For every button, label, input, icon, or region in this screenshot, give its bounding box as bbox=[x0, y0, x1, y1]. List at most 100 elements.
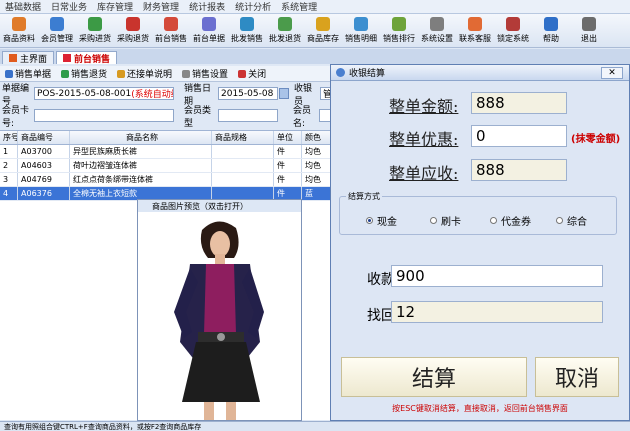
toolbar-icon bbox=[88, 17, 102, 31]
toolbar-button-15[interactable]: 退出 bbox=[570, 14, 608, 48]
toolbar-label: 销售明细 bbox=[345, 34, 377, 43]
toolbar-button-6[interactable]: 批发销售 bbox=[228, 14, 266, 48]
toolbar-label: 商品库存 bbox=[307, 34, 339, 43]
bill-no-field[interactable]: POS-2015-05-08-001(系统自动编号) bbox=[34, 87, 174, 100]
pending-button[interactable]: 还接单说明 bbox=[112, 67, 177, 80]
toolbar-button-3[interactable]: 采购退货 bbox=[114, 14, 152, 48]
method-mixed-radio[interactable]: 综合 bbox=[556, 213, 587, 228]
toolbar-icon bbox=[316, 17, 330, 31]
toolbar-label: 前台单据 bbox=[193, 34, 225, 43]
toolbar-label: 联系客服 bbox=[459, 34, 491, 43]
toolbar-icon bbox=[202, 17, 216, 31]
toolbar-button-13[interactable]: 锁定系统 bbox=[494, 14, 532, 48]
calendar-icon[interactable] bbox=[279, 88, 289, 99]
due-label: 整单应收: bbox=[389, 164, 459, 183]
toolbar-label: 会员管理 bbox=[41, 34, 73, 43]
sale-icon bbox=[63, 54, 72, 62]
table-cell: 2 bbox=[0, 159, 18, 172]
table-cell: 3 bbox=[0, 173, 18, 186]
toolbar-button-9[interactable]: 销售明细 bbox=[342, 14, 380, 48]
toolbar-button-11[interactable]: 系统设置 bbox=[418, 14, 456, 48]
toolbar-button-5[interactable]: 前台单据 bbox=[190, 14, 228, 48]
toolbar-label: 前台销售 bbox=[155, 34, 187, 43]
table-cell: 件 bbox=[274, 173, 302, 186]
toolbar-label: 销售排行 bbox=[383, 34, 415, 43]
close-label: 关闭 bbox=[248, 70, 267, 80]
table-cell: A04603 bbox=[18, 159, 70, 172]
card-no-label: 会员卡号: bbox=[2, 105, 30, 129]
toolbar-button-10[interactable]: 销售排行 bbox=[380, 14, 418, 48]
received-input[interactable]: 900 bbox=[391, 265, 603, 287]
setting-button[interactable]: 销售设置 bbox=[177, 67, 233, 80]
due-field: 888 bbox=[471, 159, 567, 181]
cancel-button[interactable]: 取消 bbox=[535, 357, 619, 397]
toolbar-button-8[interactable]: 商品库存 bbox=[304, 14, 342, 48]
table-row[interactable]: 3 A04769 红点点荷条绑带连体裤件均色 bbox=[0, 173, 335, 187]
status-bar: 查询有用照组合键CTRL+F查询商品资料，或按F2查询商品库存 bbox=[0, 421, 630, 431]
bill-icon bbox=[5, 69, 13, 78]
card-no-field[interactable] bbox=[34, 109, 174, 122]
table-cell bbox=[212, 173, 274, 186]
discount-note: (抹零金额) bbox=[571, 134, 621, 145]
toolbar-icon bbox=[582, 17, 596, 31]
pending-label: 还接单说明 bbox=[127, 70, 173, 80]
member-type-label: 会员类型 bbox=[184, 105, 212, 129]
toolbar-label: 帮助 bbox=[543, 34, 559, 43]
toolbar-icon bbox=[354, 17, 368, 31]
tab-front-label: 前台销售 bbox=[74, 54, 111, 65]
menu-reports[interactable]: 统计报表 bbox=[184, 0, 230, 13]
toolbar-button-12[interactable]: 联系客服 bbox=[456, 14, 494, 48]
tab-front-sale[interactable]: 前台销售 bbox=[56, 51, 118, 65]
toolbar-button-4[interactable]: 前台销售 bbox=[152, 14, 190, 48]
toolbar-icon bbox=[12, 17, 26, 31]
product-image-window[interactable]: 商品图片预览（双击打开） bbox=[137, 199, 302, 421]
dialog-title: 收银结算 bbox=[349, 69, 386, 79]
total-field: 888 bbox=[471, 92, 567, 114]
total-value: 888 bbox=[476, 94, 505, 112]
method-cash-label: 现金 bbox=[377, 217, 397, 228]
bill-button[interactable]: 销售单据 bbox=[0, 67, 56, 80]
settle-button[interactable]: 结算 bbox=[341, 357, 527, 397]
menu-inventory[interactable]: 库存管理 bbox=[92, 0, 138, 13]
menu-basic-data[interactable]: 基础数据 bbox=[0, 0, 46, 13]
table-row[interactable]: 2 A04603 荷叶边褶皱连体裤件均色 bbox=[0, 159, 335, 173]
toolbar-button-14[interactable]: 帮助 bbox=[532, 14, 570, 48]
member-type-field[interactable] bbox=[218, 109, 278, 122]
date-field[interactable]: 2015-05-08 bbox=[218, 87, 278, 100]
table-cell: 红点点荷条绑带连体裤 bbox=[70, 173, 212, 186]
col-spec: 商品规格 bbox=[212, 131, 274, 144]
toolbar-icon bbox=[468, 17, 482, 31]
toolbar-icon bbox=[240, 17, 254, 31]
discount-input[interactable]: 0 bbox=[471, 125, 567, 147]
method-voucher-radio[interactable]: 代金券 bbox=[490, 213, 531, 228]
cashier-icon bbox=[336, 68, 345, 77]
radio-dot bbox=[556, 217, 563, 224]
method-card-radio[interactable]: 刷卡 bbox=[430, 213, 461, 228]
table-cell: 件 bbox=[274, 159, 302, 172]
toolbar-button-0[interactable]: 商品资料 bbox=[0, 14, 38, 48]
toolbar-button-1[interactable]: 会员管理 bbox=[38, 14, 76, 48]
method-card-label: 刷卡 bbox=[441, 217, 461, 228]
discount-value: 0 bbox=[476, 127, 486, 145]
toolbar-button-7[interactable]: 批发退货 bbox=[266, 14, 304, 48]
return-label: 销售退货 bbox=[71, 70, 108, 80]
total-label: 整单金额: bbox=[389, 97, 459, 116]
home-icon bbox=[9, 54, 17, 62]
dialog-close-button[interactable]: ✕ bbox=[601, 67, 623, 79]
menu-daily[interactable]: 日常业务 bbox=[46, 0, 92, 13]
toolbar-icon bbox=[126, 17, 140, 31]
radio-dot bbox=[430, 217, 437, 224]
table-cell bbox=[212, 159, 274, 172]
return-button[interactable]: 销售退货 bbox=[56, 67, 112, 80]
toolbar-label: 商品资料 bbox=[3, 34, 35, 43]
method-cash-radio[interactable]: 现金 bbox=[366, 213, 397, 228]
menu-analysis[interactable]: 统计分析 bbox=[230, 0, 276, 13]
table-row[interactable]: 1 A03700 异型民族麻质长裤件均色 bbox=[0, 145, 335, 159]
menu-finance[interactable]: 财务管理 bbox=[138, 0, 184, 13]
close-tab-button[interactable]: 关闭 bbox=[233, 67, 271, 80]
sale-subtoolbar: 销售单据 销售退货 还接单说明 销售设置 关闭 bbox=[0, 66, 335, 82]
toolbar-button-2[interactable]: 采购进货 bbox=[76, 14, 114, 48]
table-cell: 荷叶边褶皱连体裤 bbox=[70, 159, 212, 172]
menu-system[interactable]: 系统管理 bbox=[276, 0, 322, 13]
tab-home[interactable]: 主界面 bbox=[2, 51, 55, 65]
